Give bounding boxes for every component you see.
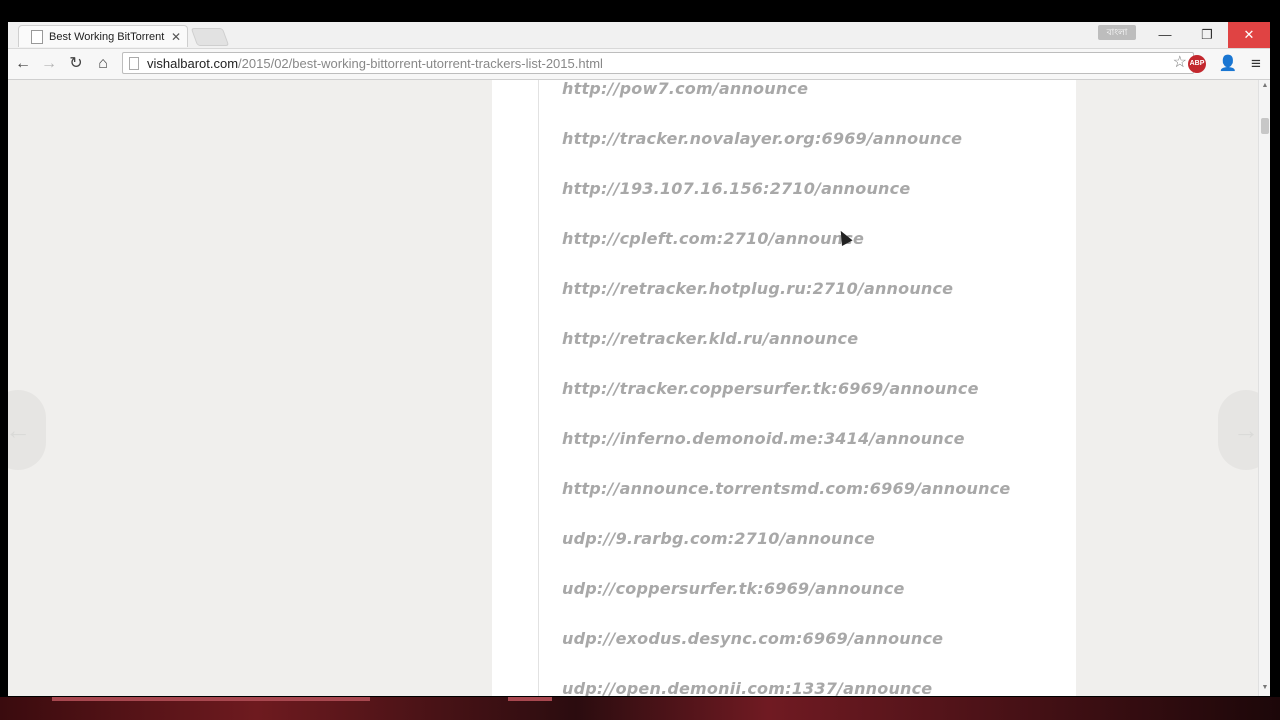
back-button[interactable]: ← bbox=[12, 53, 34, 75]
tracker-url: http://tracker.novalayer.org:6969/announ… bbox=[562, 129, 963, 148]
reload-button[interactable]: ↻ bbox=[65, 53, 87, 75]
tracker-url: udp://coppersurfer.tk:6969/announce bbox=[562, 579, 905, 598]
adblock-extension-icon[interactable]: ABP bbox=[1188, 55, 1206, 73]
tab-title: Best Working BitTorrent / bbox=[49, 30, 167, 43]
tracker-url: http://cpleft.com:2710/announce bbox=[562, 229, 864, 248]
content-divider bbox=[538, 80, 539, 696]
scroll-down-arrow-icon[interactable]: ▼ bbox=[1259, 682, 1270, 694]
tracker-url: udp://9.rarbg.com:2710/announce bbox=[562, 529, 875, 548]
new-tab-button[interactable] bbox=[190, 28, 230, 46]
browser-window: Best Working BitTorrent / ✕ বাংলা — ❐ ✕ … bbox=[8, 22, 1270, 696]
scroll-thumb[interactable] bbox=[1261, 118, 1269, 134]
taskbar-segment bbox=[508, 697, 552, 701]
tab-best-working-bittorrent[interactable]: Best Working BitTorrent / ✕ bbox=[18, 25, 188, 47]
tracker-url: http://inferno.demonoid.me:3414/announce bbox=[562, 429, 965, 448]
vertical-scrollbar[interactable]: ▲ ▼ bbox=[1258, 80, 1270, 696]
language-badge[interactable]: বাংলা bbox=[1098, 25, 1136, 40]
minimize-button[interactable]: — bbox=[1144, 22, 1186, 48]
chrome-menu-icon[interactable]: ≡ bbox=[1246, 54, 1266, 74]
browser-toolbar: ← → ↻ ⌂ vishalbarot.com/2015/02/best-wor… bbox=[8, 49, 1270, 80]
page-icon bbox=[129, 56, 139, 70]
address-bar[interactable]: vishalbarot.com/2015/02/best-working-bit… bbox=[122, 52, 1194, 74]
restore-button[interactable]: ❐ bbox=[1186, 22, 1228, 48]
tracker-url: udp://exodus.desync.com:6969/announce bbox=[562, 629, 944, 648]
tracker-url: http://retracker.hotplug.ru:2710/announc… bbox=[562, 279, 954, 298]
close-window-button[interactable]: ✕ bbox=[1228, 22, 1270, 48]
url-path: /2015/02/best-working-bittorrent-utorren… bbox=[238, 55, 603, 71]
title-bar: Best Working BitTorrent / ✕ বাংলা — ❐ ✕ bbox=[8, 22, 1270, 49]
forward-button[interactable]: → bbox=[38, 53, 60, 75]
tracker-url: http://193.107.16.156:2710/announce bbox=[562, 179, 911, 198]
bookmark-star-icon[interactable]: ☆ bbox=[1173, 53, 1187, 73]
next-post-arrow-icon[interactable]: → bbox=[1218, 390, 1258, 470]
home-button[interactable]: ⌂ bbox=[92, 53, 114, 75]
taskbar-segment bbox=[52, 697, 370, 701]
taskbar-strip bbox=[0, 697, 1280, 720]
tracker-url: http://retracker.kld.ru/announce bbox=[562, 329, 859, 348]
url-host: vishalbarot.com bbox=[147, 55, 239, 71]
tracker-url: http://tracker.coppersurfer.tk:6969/anno… bbox=[562, 379, 979, 398]
tracker-list: http://pow7.com/announce http://tracker.… bbox=[562, 80, 1010, 696]
page-viewport: ← http://pow7.com/announce http://tracke… bbox=[8, 80, 1258, 696]
tracker-url: http://announce.torrentsmd.com:6969/anno… bbox=[562, 479, 1011, 498]
previous-post-arrow-icon[interactable]: ← bbox=[8, 390, 46, 470]
article-content: http://pow7.com/announce http://tracker.… bbox=[492, 80, 1076, 696]
tracker-url: udp://open.demonii.com:1337/announce bbox=[562, 679, 933, 696]
page-icon bbox=[31, 29, 43, 44]
scroll-up-arrow-icon[interactable]: ▲ bbox=[1259, 80, 1270, 92]
tab-close-icon[interactable]: ✕ bbox=[171, 30, 181, 44]
tracker-url: http://pow7.com/announce bbox=[562, 80, 809, 98]
user-extension-icon[interactable]: 👤 bbox=[1218, 54, 1238, 74]
